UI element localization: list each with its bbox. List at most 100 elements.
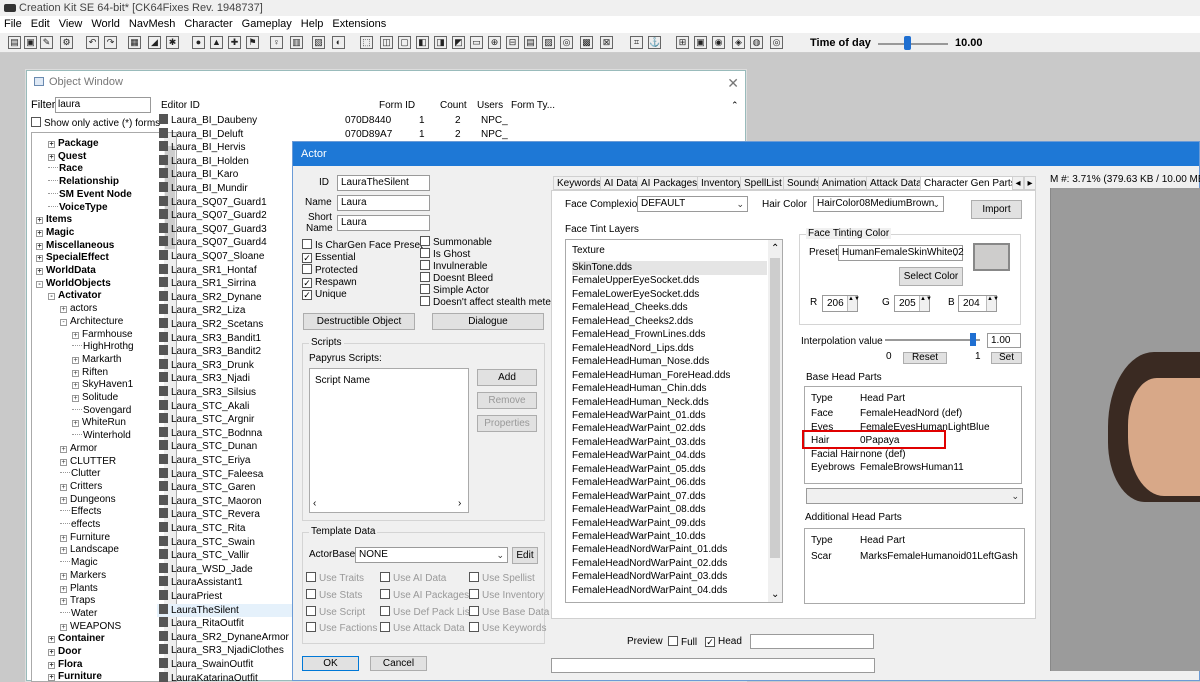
tree-node[interactable]: + SpecialEffect xyxy=(36,251,109,264)
expand-icon[interactable]: + xyxy=(48,661,55,669)
texture-row[interactable]: FemaleHeadHuman_Nose.dds xyxy=(572,355,709,369)
object-window-titlebar[interactable]: Object Window ✕ xyxy=(27,71,745,93)
scroll-right-icon[interactable]: › xyxy=(458,497,461,511)
select-color-button[interactable]: Select Color xyxy=(899,267,963,286)
toolbar-tool-11-icon[interactable]: ▲ xyxy=(210,36,223,49)
checkbox-icon[interactable] xyxy=(420,236,430,246)
id-input[interactable]: LauraTheSilent xyxy=(337,175,430,191)
checkbox-icon[interactable] xyxy=(306,588,316,599)
hair-color-dropdown[interactable]: HairColor08MediumBrown ⌄ xyxy=(813,196,944,212)
menu-extensions[interactable]: Extensions xyxy=(332,18,386,30)
spinner-arrows-icon[interactable]: ▲▼ xyxy=(847,296,860,311)
toolbar-tool-6-icon[interactable]: ↷ xyxy=(104,36,117,49)
script-list[interactable]: Script Name ‹ › xyxy=(309,368,469,513)
preview-field[interactable] xyxy=(750,634,874,649)
import-button[interactable]: Import xyxy=(971,200,1022,219)
tab-animation[interactable]: Animation xyxy=(818,176,871,190)
template-use-traits[interactable]: Use Traits xyxy=(306,572,364,584)
texture-row[interactable]: SkinTone.dds xyxy=(572,261,767,275)
expand-icon[interactable]: + xyxy=(36,217,43,225)
toolbar-tool-13-icon[interactable]: ⚑ xyxy=(246,36,259,49)
checkbox-icon[interactable]: ✓ xyxy=(705,637,715,647)
set-button[interactable]: Set xyxy=(991,352,1022,364)
collapse-icon[interactable]: - xyxy=(60,318,67,326)
expand-icon[interactable]: + xyxy=(48,153,55,161)
checkbox-icon[interactable]: ✓ xyxy=(302,252,312,263)
tree-node[interactable]: + Traps xyxy=(60,594,95,607)
tree-node[interactable]: + Package xyxy=(48,137,99,150)
chevron-down-icon[interactable]: ⌄ xyxy=(1011,489,1019,503)
template-use-ai-packages[interactable]: Use AI Packages xyxy=(380,588,469,601)
expand-icon[interactable]: + xyxy=(60,534,67,542)
head-part-type[interactable]: Eyebrows xyxy=(811,461,855,475)
expand-icon[interactable]: + xyxy=(36,255,43,263)
tab-spelllist[interactable]: SpellList xyxy=(740,176,786,190)
scroll-up-icon[interactable]: ⌃ xyxy=(771,242,779,256)
menu-file[interactable]: File xyxy=(4,18,22,30)
checkbox-icon[interactable] xyxy=(306,605,316,616)
texture-row[interactable]: FemaleHeadNord_Lips.dds xyxy=(572,342,694,356)
tab-ai-data[interactable]: AI Data xyxy=(600,176,642,190)
toolbar-tool-18-icon[interactable]: ⬚ xyxy=(360,36,373,49)
texture-row[interactable]: FemaleHeadWarPaint_09.dds xyxy=(572,517,706,531)
template-use-attack-data[interactable]: Use Attack Data xyxy=(380,622,465,634)
texture-row[interactable]: FemaleHeadWarPaint_06.dds xyxy=(572,476,706,490)
menu-help[interactable]: Help xyxy=(301,18,324,30)
form-id-header[interactable]: Form ID xyxy=(379,98,415,113)
toolbar-tool-2-icon[interactable]: ▣ xyxy=(24,36,37,49)
head-part-name[interactable]: FemaleBrowsHuman11 xyxy=(860,461,964,475)
checkbox-icon[interactable] xyxy=(668,636,678,646)
expand-icon[interactable]: + xyxy=(72,420,79,428)
toolbar-tool-5-icon[interactable]: ↶ xyxy=(86,36,99,49)
tree-node[interactable]: + Critters xyxy=(60,480,102,493)
toolbar-tool-24-icon[interactable]: ▭ xyxy=(470,36,483,49)
category-tree[interactable]: + Package + Quest Race Relationship SM Event N… xyxy=(31,132,177,682)
tab-ai-packages[interactable]: AI Packages xyxy=(637,176,702,190)
toolbar-tool-27-icon[interactable]: ▤ xyxy=(524,36,537,49)
tree-node[interactable]: + Quest xyxy=(48,150,86,163)
tree-node[interactable]: - WorldObjects xyxy=(36,277,111,290)
flag-respawn[interactable]: ✓ Respawn xyxy=(302,277,357,288)
toolbar-tool-14-icon[interactable]: ♀ xyxy=(270,36,283,49)
tree-node[interactable]: + Furniture xyxy=(48,670,102,681)
expand-icon[interactable]: + xyxy=(72,395,79,402)
remove-script-button[interactable]: Remove xyxy=(477,392,537,409)
scroll-down-icon[interactable]: ⌄ xyxy=(771,588,779,602)
menu-edit[interactable]: Edit xyxy=(31,18,50,30)
checkbox-icon[interactable] xyxy=(380,605,390,616)
expand-icon[interactable]: + xyxy=(60,598,67,606)
texture-row[interactable]: FemaleHeadWarPaint_02.dds xyxy=(572,422,706,436)
checkbox-icon[interactable] xyxy=(31,117,41,127)
expand-icon[interactable]: + xyxy=(48,674,55,681)
texture-row[interactable]: FemaleHeadHuman_ForeHead.dds xyxy=(572,369,730,383)
toolbar-tool-23-icon[interactable]: ◩ xyxy=(452,36,465,49)
tree-node[interactable]: + Container xyxy=(48,632,105,645)
face-complexion-dropdown[interactable]: DEFAULT ⌄ xyxy=(637,196,748,212)
additional-head-parts-list[interactable]: Type Head Part Scar MarksFemaleHumanoid01Le… xyxy=(804,528,1025,604)
expand-icon[interactable]: + xyxy=(72,331,79,339)
checkbox-icon[interactable] xyxy=(306,622,316,633)
tree-node[interactable]: Water xyxy=(60,607,97,620)
head-part-type[interactable]: Face xyxy=(811,407,833,421)
table-row[interactable]: Laura_BI_Deluft 070D89A7 1 2 NPC_ xyxy=(157,127,557,142)
tree-node[interactable]: + Door xyxy=(48,645,81,658)
expand-icon[interactable]: + xyxy=(60,306,67,314)
toolbar-tool-4-icon[interactable]: ⚙ xyxy=(60,36,73,49)
flag-summonable[interactable]: Summonable xyxy=(420,236,492,248)
g-value-spinner[interactable]: 205 ▲▼ xyxy=(894,295,932,312)
menu-navmesh[interactable]: NavMesh xyxy=(129,18,175,30)
chevron-down-icon[interactable]: ⌄ xyxy=(932,197,940,211)
head-part-name[interactable]: none (def) xyxy=(860,448,906,462)
expand-icon[interactable]: + xyxy=(60,585,67,593)
tree-node[interactable]: + Armor xyxy=(60,442,97,455)
close-icon[interactable]: ✕ xyxy=(727,72,739,94)
toolbar-tool-36-icon[interactable]: ◉ xyxy=(712,36,725,49)
collapse-icon[interactable]: - xyxy=(48,293,55,301)
expand-icon[interactable]: + xyxy=(36,268,43,275)
tree-node[interactable]: HighHrothg xyxy=(72,340,134,353)
tree-node[interactable]: + Plants xyxy=(60,582,98,595)
table-row[interactable]: Laura_BI_Daubeny 070D8440 1 2 NPC_ xyxy=(157,114,557,128)
template-use-ai-data[interactable]: Use AI Data xyxy=(380,572,446,584)
checkbox-icon[interactable] xyxy=(469,622,479,633)
show-only-active-checkbox[interactable]: Show only active (*) forms xyxy=(31,117,160,129)
